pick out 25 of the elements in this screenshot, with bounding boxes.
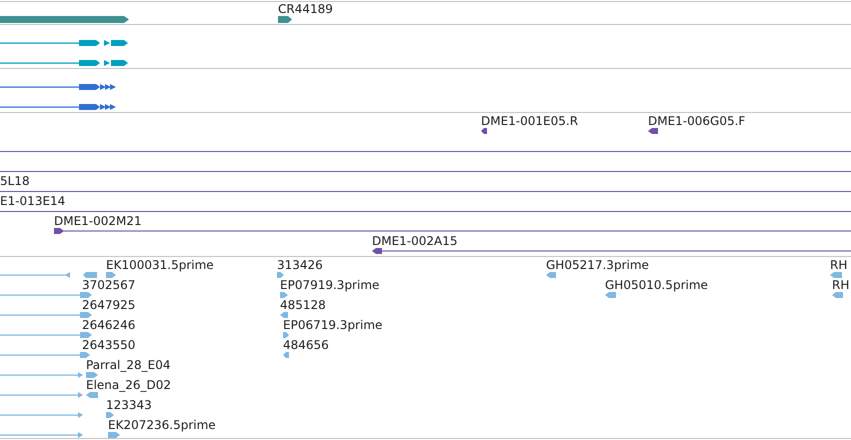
- clone-label: 5L18: [0, 174, 30, 188]
- clone-label: DME1-002A15: [372, 234, 458, 248]
- est-label: 3702567: [82, 278, 136, 292]
- clone-label: DME1-002M21: [54, 214, 142, 228]
- est-label: GH05010.5prime: [605, 278, 708, 292]
- est-label: 313426: [277, 258, 323, 272]
- est-label: EP07919.3prime: [280, 278, 380, 292]
- est-label: Parral_28_E04: [86, 358, 171, 372]
- est-label: 484656: [283, 338, 329, 352]
- est-label: 123343: [106, 398, 152, 412]
- est-label: EK100031.5prime: [106, 258, 214, 272]
- bac-end-label: DME1-001E05.R: [481, 114, 578, 128]
- est-label: EP06719.3prime: [283, 318, 382, 332]
- est-label: Elena_26_D02: [86, 378, 172, 392]
- est-label: 2646246: [82, 318, 136, 332]
- est-label: 2643550: [82, 338, 136, 352]
- est-label: 485128: [280, 298, 326, 312]
- bac-end-label: DME1-006G05.F: [648, 114, 746, 128]
- est-label: RH: [832, 278, 850, 292]
- gene-label: CR44189: [278, 2, 333, 16]
- est-label: GH05217.3prime: [546, 258, 649, 272]
- est-label: RH: [830, 258, 848, 272]
- est-label: 2647925: [82, 298, 136, 312]
- est-label: EK207236.5prime: [108, 418, 216, 432]
- clone-label: E1-013E14: [0, 194, 66, 208]
